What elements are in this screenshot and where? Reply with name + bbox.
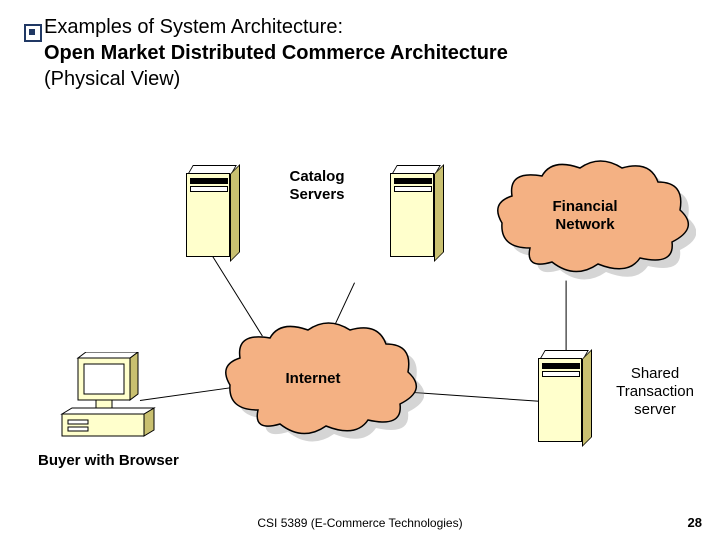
shared-transaction-label: Shared Transaction server	[600, 365, 710, 419]
title-line2: Open Market Distributed Commerce Archite…	[44, 42, 508, 64]
internet-label: Internet	[218, 370, 408, 388]
connector	[565, 281, 566, 361]
title-line1: Examples of System Architecture:	[44, 16, 343, 38]
server-icon	[390, 165, 440, 255]
buyer-label: Buyer with Browser	[38, 452, 218, 470]
catalog-servers-label: Catalog Servers	[262, 168, 372, 204]
pc-icon	[56, 352, 166, 442]
server-icon	[186, 165, 236, 255]
financial-network-cloud: Financial Network	[490, 158, 680, 268]
slide: Examples of System Architecture: Open Ma…	[0, 0, 720, 540]
bullet-icon	[24, 24, 42, 42]
title-line3: (Physical View)	[44, 68, 180, 90]
footer-text: CSI 5389 (E-Commerce Technologies)	[0, 516, 720, 530]
slide-title: Examples of System Architecture: Open Ma…	[44, 14, 508, 92]
server-icon	[538, 350, 588, 440]
page-number: 28	[688, 515, 702, 530]
financial-network-label: Financial Network	[490, 198, 680, 234]
internet-cloud: Internet	[218, 320, 408, 430]
